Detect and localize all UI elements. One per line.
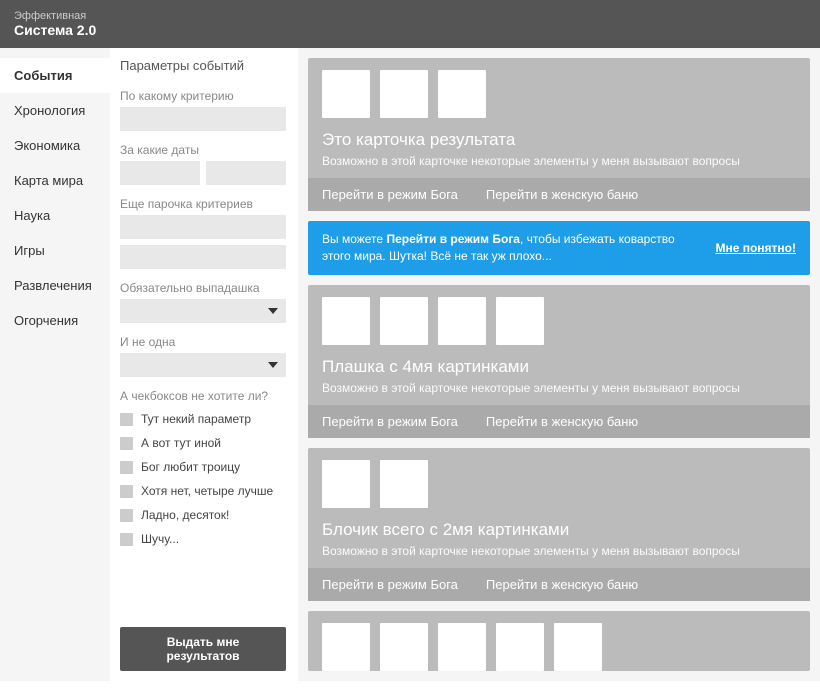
sidebar-item-entertainment[interactable]: Развлечения [0, 268, 110, 303]
result-card: Это карточка результата Возможно в этой … [308, 58, 810, 211]
criteria-input-2[interactable] [120, 245, 286, 269]
params-panel: Параметры событий По какому критерию За … [110, 48, 298, 681]
card-action-god-mode[interactable]: Перейти в режим Бога [322, 577, 458, 592]
more-criteria-label: Еще парочка критериев [120, 197, 286, 211]
dropdown1[interactable] [120, 299, 286, 323]
card-action-god-mode[interactable]: Перейти в режим Бога [322, 187, 458, 202]
card-action-banya[interactable]: Перейти в женскую баню [486, 577, 638, 592]
thumbnail[interactable] [380, 460, 428, 508]
criteria-input-1[interactable] [120, 215, 286, 239]
dropdown2-label: И не одна [120, 335, 286, 349]
card-desc: Возможно в этой карточке некоторые элеме… [322, 154, 796, 168]
results-panel: Это карточка результата Возможно в этой … [298, 48, 820, 681]
thumbnail[interactable] [380, 623, 428, 671]
dropdown1-label: Обязательно выпадашка [120, 281, 286, 295]
thumbnail[interactable] [322, 297, 370, 345]
result-card [308, 611, 810, 671]
checkbox-label: Хотя нет, четыре лучше [141, 484, 273, 498]
card-desc: Возможно в этой карточке некоторые элеме… [322, 381, 796, 395]
thumbnail[interactable] [496, 297, 544, 345]
chevron-down-icon [268, 362, 278, 368]
checkbox-row-1[interactable]: А вот тут иной [120, 436, 286, 450]
checkbox-row-5[interactable]: Шучу... [120, 532, 286, 546]
sidebar-item-science[interactable]: Наука [0, 198, 110, 233]
sidebar-item-economy[interactable]: Экономика [0, 128, 110, 163]
criterion-label: По какому критерию [120, 89, 286, 103]
params-title: Параметры событий [120, 58, 286, 73]
checkbox-icon [120, 413, 133, 426]
card-desc: Возможно в этой карточке некоторые элеме… [322, 544, 796, 558]
checkbox-label: Шучу... [141, 532, 179, 546]
thumbnail[interactable] [322, 70, 370, 118]
thumbnail[interactable] [438, 297, 486, 345]
thumbnail[interactable] [438, 70, 486, 118]
info-alert: Вы можете Перейти в режим Бога, чтобы из… [308, 221, 810, 275]
sidebar-item-chronology[interactable]: Хронология [0, 93, 110, 128]
thumbnail[interactable] [380, 70, 428, 118]
checkbox-row-4[interactable]: Ладно, десяток! [120, 508, 286, 522]
thumbnail[interactable] [438, 623, 486, 671]
checkbox-label: А вот тут иной [141, 436, 221, 450]
app-header: Эффективная Система 2.0 [0, 0, 820, 48]
header-title: Система 2.0 [14, 22, 806, 38]
card-action-banya[interactable]: Перейти в женскую баню [486, 187, 638, 202]
card-action-god-mode[interactable]: Перейти в режим Бога [322, 414, 458, 429]
alert-text: Вы можете Перейти в режим Бога, чтобы из… [322, 231, 699, 265]
result-card: Плашка с 4мя картинками Возможно в этой … [308, 285, 810, 438]
header-subtitle: Эффективная [14, 10, 806, 22]
card-title: Блочик всего с 2мя картинками [322, 520, 796, 540]
thumbnail[interactable] [496, 623, 544, 671]
sidebar-item-games[interactable]: Игры [0, 233, 110, 268]
chevron-down-icon [268, 308, 278, 314]
thumbnail[interactable] [380, 297, 428, 345]
checkbox-icon [120, 461, 133, 474]
card-action-banya[interactable]: Перейти в женскую баню [486, 414, 638, 429]
checkbox-icon [120, 533, 133, 546]
criterion-input[interactable] [120, 107, 286, 131]
sidebar-item-events[interactable]: События [0, 58, 110, 93]
checkbox-row-3[interactable]: Хотя нет, четыре лучше [120, 484, 286, 498]
checkbox-icon [120, 485, 133, 498]
checkbox-row-2[interactable]: Бог любит троицу [120, 460, 286, 474]
sidebar-item-world-map[interactable]: Карта мира [0, 163, 110, 198]
thumbnail[interactable] [322, 460, 370, 508]
checkbox-label: Ладно, десяток! [141, 508, 229, 522]
result-card: Блочик всего с 2мя картинками Возможно в… [308, 448, 810, 601]
sidebar-item-sorrows[interactable]: Огорчения [0, 303, 110, 338]
checkbox-label: Бог любит троицу [141, 460, 240, 474]
checkbox-row-0[interactable]: Тут некий параметр [120, 412, 286, 426]
date-to-input[interactable] [206, 161, 286, 185]
submit-button[interactable]: Выдать мне результатов [120, 627, 286, 671]
alert-dismiss-link[interactable]: Мне понятно! [715, 241, 796, 255]
card-title: Это карточка результата [322, 130, 796, 150]
dropdown2[interactable] [120, 353, 286, 377]
checkbox-icon [120, 509, 133, 522]
dates-label: За какие даты [120, 143, 286, 157]
checkbox-icon [120, 437, 133, 450]
checkbox-group-label: А чекбоксов не хотите ли? [120, 389, 286, 403]
date-from-input[interactable] [120, 161, 200, 185]
checkbox-label: Тут некий параметр [141, 412, 251, 426]
card-title: Плашка с 4мя картинками [322, 357, 796, 377]
thumbnail[interactable] [322, 623, 370, 671]
sidebar: События Хронология Экономика Карта мира … [0, 48, 110, 681]
thumbnail[interactable] [554, 623, 602, 671]
